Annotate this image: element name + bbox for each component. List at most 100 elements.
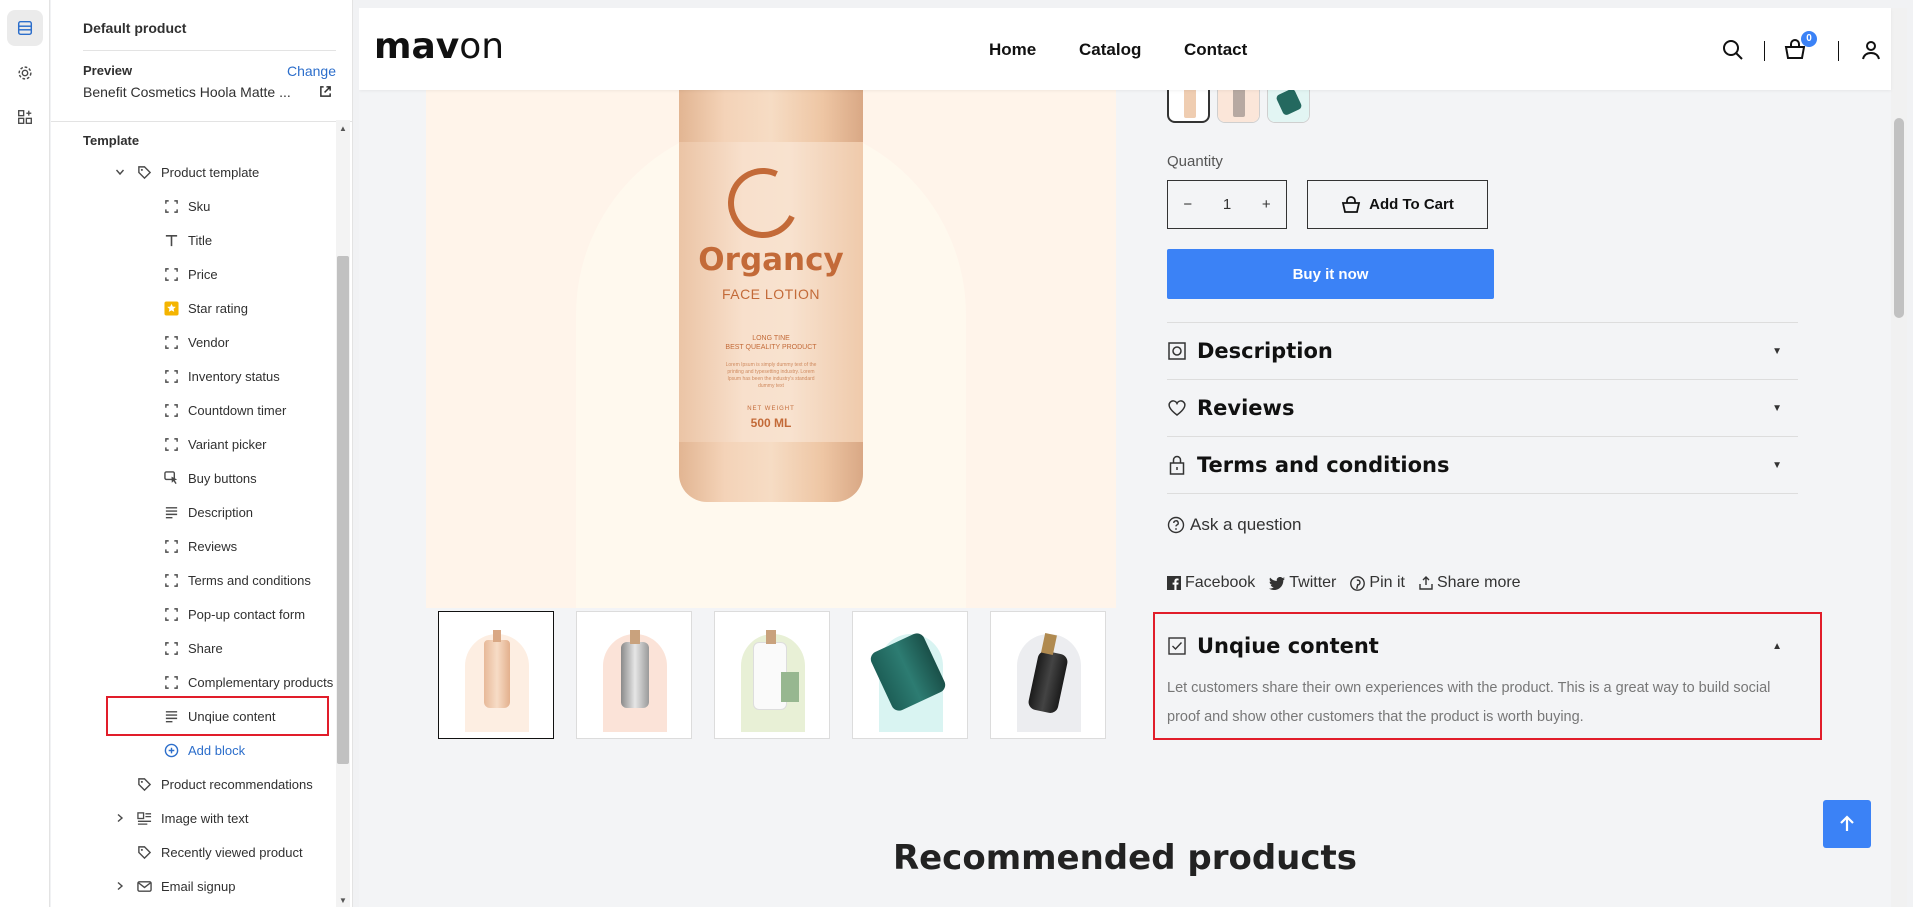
tree-section-product-recommendations[interactable]: Product recommendations [136,770,313,798]
sidebar-scrollbar[interactable]: ▲ ▼ [336,120,350,907]
quantity-input[interactable]: 1 [1223,196,1231,213]
gear-icon[interactable] [7,55,43,91]
thumbnail-4[interactable] [852,611,968,739]
add-block-button[interactable]: Add block [163,736,245,764]
block-pop-up-contact-form[interactable]: Pop-up contact form [163,600,305,628]
caret-up-icon: ▲ [1772,640,1782,652]
scrollbar-thumb[interactable] [1894,118,1904,318]
lock-icon [1167,455,1187,475]
recommended-products-heading: Recommended products [892,838,1358,878]
tree-item-label: Sku [188,198,211,214]
accordion-title: Terms and conditions [1197,453,1450,477]
apps-icon[interactable] [7,99,43,135]
preview-scrollbar[interactable] [1891,8,1907,907]
tree-item-label: Add block [188,742,246,758]
block-icon [163,640,179,656]
account-icon[interactable] [1859,38,1883,62]
divider [51,121,352,122]
external-link-icon[interactable] [319,85,332,98]
cursor-icon [163,470,179,486]
block-reviews[interactable]: Reviews [163,532,237,560]
chevron-right-icon[interactable] [114,812,126,824]
quantity-label: Quantity [1167,153,1223,170]
accordion-terms[interactable]: Terms and conditions ▼ [1167,441,1798,489]
preview-product-name: Benefit Cosmetics Hoola Matte ... [83,84,291,100]
block-sku[interactable]: Sku [163,192,210,220]
thumbnail-1[interactable] [438,611,554,739]
scroll-down-icon[interactable]: ▼ [338,896,348,906]
thumbnail-3[interactable] [714,611,830,739]
scrollbar-thumb[interactable] [337,256,349,764]
tree-item-label: Title [188,232,213,248]
block-variant-picker[interactable]: Variant picker [163,430,267,458]
block-countdown-timer[interactable]: Countdown timer [163,396,286,424]
product-main-image[interactable]: Organcy FACE LOTION LONG TINE BEST QUEAL… [426,90,1116,608]
nav-catalog[interactable]: Catalog [1079,40,1141,60]
store-logo[interactable]: mavon [374,26,504,67]
add-to-cart-label: Add To Cart [1369,196,1454,213]
tree-section-recently-viewed-product[interactable]: Recently viewed product [136,838,303,866]
thumbnail-2[interactable] [576,611,692,739]
caret-down-icon: ▼ [1772,459,1782,471]
nav-contact[interactable]: Contact [1184,40,1247,60]
page-title: Default product [83,20,187,36]
storefront-preview: mavon Home Catalog Contact 0 Organcy FAC… [359,8,1907,907]
block-star-rating[interactable]: Star rating [163,294,248,322]
thumbnail-5[interactable] [990,611,1106,739]
template-label: Template [83,133,140,148]
block-description[interactable]: Description [163,498,253,526]
description-icon [1167,341,1187,361]
quantity-decrease-button[interactable]: − [1183,196,1192,213]
sections-icon[interactable] [7,10,43,46]
share-twitter[interactable]: Twitter [1269,574,1336,592]
bottle-brand: Organcy [698,242,844,278]
tree-section-product-template[interactable]: Product template [115,158,259,186]
tree-item-label: Product recommendations [161,776,313,792]
tree-item-label: Pop-up contact form [188,606,306,622]
editor-sidebar: Default product Preview Change Benefit C… [51,0,353,907]
block-icon [163,402,179,418]
divider [1167,322,1798,323]
accordion-title: Reviews [1197,396,1295,420]
share-facebook[interactable]: Facebook [1167,574,1255,592]
share-icon [1419,576,1433,590]
share-bar: Facebook Twitter Pin it Share more [1167,574,1535,592]
block-inventory-status[interactable]: Inventory status [163,362,280,390]
quantity-increase-button[interactable]: + [1262,196,1271,213]
buy-now-button[interactable]: Buy it now [1167,249,1494,299]
cart-count-badge: 0 [1801,31,1817,47]
tree-item-label: Terms and conditions [188,572,311,588]
nav-home[interactable]: Home [989,40,1036,60]
accordion-title: Description [1197,339,1333,363]
block-title[interactable]: Title [163,226,212,254]
accordion-description[interactable]: Description ▼ [1167,327,1798,375]
image-text-icon [136,810,152,826]
share-more[interactable]: Share more [1419,574,1521,592]
tree-section-image-with-text[interactable]: Image with text [117,804,248,832]
scroll-up-icon[interactable]: ▲ [338,124,348,134]
search-icon[interactable] [1721,38,1745,62]
plus-circle-icon [163,742,179,758]
block-buy-buttons[interactable]: Buy buttons [163,464,257,492]
block-complementary-products[interactable]: Complementary products [163,668,333,696]
block-terms-and-conditions[interactable]: Terms and conditions [163,566,311,594]
add-to-cart-button[interactable]: Add To Cart [1307,180,1488,229]
tree-item-label: Inventory status [188,368,280,384]
accordion-unique-content[interactable]: Unqiue content ▲ [1167,630,1798,662]
block-price[interactable]: Price [163,260,218,288]
ask-question-link[interactable]: Ask a question [1167,515,1302,535]
share-pinterest[interactable]: Pin it [1350,574,1405,592]
chevron-down-icon[interactable] [114,166,126,178]
highlight-box [106,696,329,736]
tree-section-email-signup[interactable]: Email signup [117,872,235,900]
block-vendor[interactable]: Vendor [163,328,229,356]
arrow-up-icon [1840,815,1854,831]
back-to-top-button[interactable] [1823,800,1871,848]
lines-icon [163,504,179,520]
change-preview-link[interactable]: Change [287,63,336,79]
block-share[interactable]: Share [163,634,223,662]
accordion-reviews[interactable]: Reviews ▼ [1167,384,1798,432]
caret-down-icon: ▼ [1772,402,1782,414]
tree-item-label: Reviews [188,538,238,554]
chevron-right-icon[interactable] [114,880,126,892]
